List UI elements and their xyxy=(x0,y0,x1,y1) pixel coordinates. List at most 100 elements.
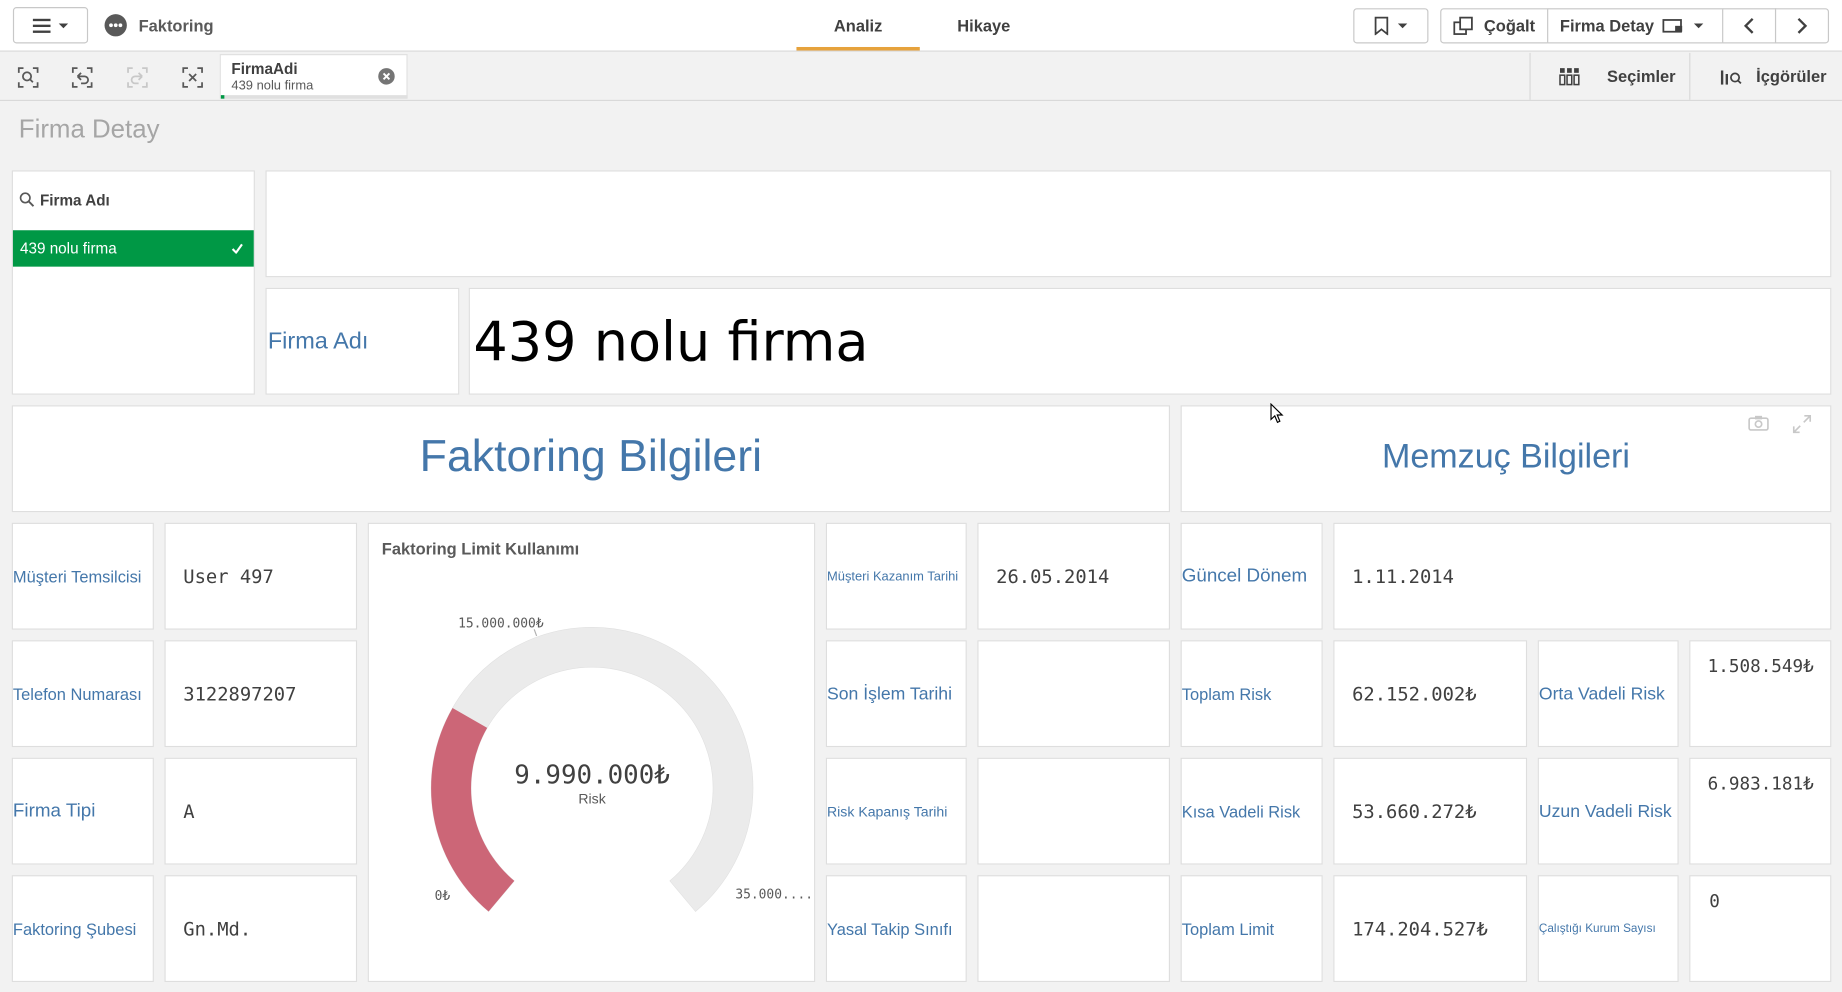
previous-sheet-button[interactable] xyxy=(1722,8,1777,44)
search-selection-icon xyxy=(17,67,39,88)
firma-listbox[interactable]: Firma Adı 439 nolu firma xyxy=(11,170,255,395)
bookmark-button[interactable] xyxy=(1353,8,1429,44)
memzuc-section-title: Memzuç Bilgileri xyxy=(1381,438,1630,476)
divider xyxy=(1529,52,1531,100)
field-value-card xyxy=(977,757,1171,865)
gauge-card: Faktoring Limit Kullanımı 15.000.000₺ 0₺… xyxy=(367,522,816,983)
memzuc-value: 1.508.549₺ xyxy=(1707,655,1814,677)
duplicate-button[interactable]: Çoğalt xyxy=(1440,8,1549,44)
next-sheet-button[interactable] xyxy=(1774,8,1830,44)
gauge-value: 9.990.000₺ xyxy=(514,761,670,791)
gauge-min-label: 0₺ xyxy=(435,889,451,904)
memzuc-label: Orta Vadeli Risk xyxy=(1538,683,1665,704)
tab-analiz[interactable]: Analiz xyxy=(796,16,919,35)
firma-value-card: 439 nolu firma xyxy=(468,287,1832,395)
field-value-card: Gn.Md. xyxy=(164,875,358,983)
insights-button[interactable]: İçgörüler xyxy=(1709,53,1842,100)
field-value: A xyxy=(183,799,195,823)
field-label: Faktoring Şubesi xyxy=(12,919,137,938)
guncel-value-card: 1.11.2014 xyxy=(1333,522,1832,630)
memzuc-label-card: Kısa Vadeli Risk xyxy=(1180,757,1323,865)
field-value-card: User 497 xyxy=(164,522,358,630)
field-value-card: 3122897207 xyxy=(164,640,358,748)
insights-icon xyxy=(1720,70,1742,85)
field-label: Son İşlem Tarihi xyxy=(826,683,953,704)
step-forward-button[interactable] xyxy=(121,62,154,93)
memzuc-value-card: 1.508.549₺ xyxy=(1689,640,1832,748)
field-label-card: Risk Kapanış Tarihi xyxy=(825,757,967,865)
chevron-left-icon xyxy=(1743,17,1754,34)
memzuc-value-card: 6.983.181₺ xyxy=(1689,757,1832,865)
empty-panel xyxy=(265,170,1832,278)
duplicate-icon xyxy=(1453,16,1474,35)
selection-chip[interactable]: FirmaAdi 439 nolu firma xyxy=(219,54,408,99)
memzuc-value: 0 xyxy=(1709,890,1720,912)
selection-bar: FirmaAdi 439 nolu firma Seçimler İçgörül… xyxy=(0,52,1842,102)
expand-icon[interactable] xyxy=(1791,413,1812,434)
field-value: 26.05.2014 xyxy=(996,565,1110,588)
field-label-card: Telefon Numarası xyxy=(11,640,154,748)
selection-value: 439 nolu firma xyxy=(231,78,314,93)
guncel-label-card: Güncel Dönem xyxy=(1180,522,1323,630)
tab-hikaye[interactable]: Hikaye xyxy=(922,16,1045,35)
memzuc-value-card: 53.660.272₺ xyxy=(1333,757,1528,865)
chevron-right-icon xyxy=(1797,17,1808,34)
camera-icon[interactable] xyxy=(1748,415,1769,431)
field-value-card: A xyxy=(164,757,358,865)
insights-label: İçgörüler xyxy=(1756,66,1827,86)
faktoring-section-title: Faktoring Bilgileri xyxy=(419,432,763,482)
field-value: 3122897207 xyxy=(183,682,297,705)
selections-button[interactable]: Seçimler xyxy=(1548,53,1689,100)
field-label-card: Faktoring Şubesi xyxy=(11,875,154,983)
selections-label: Seçimler xyxy=(1606,66,1676,86)
field-label: Telefon Numarası xyxy=(12,684,142,704)
faktoring-section-header: Faktoring Bilgileri xyxy=(11,405,1171,513)
memzuc-label: Toplam Risk xyxy=(1181,684,1272,704)
menu-icon xyxy=(32,18,69,33)
step-back-button[interactable] xyxy=(66,62,99,93)
memzuc-value: 53.660.272₺ xyxy=(1352,799,1477,823)
memzuc-value-card: 0 xyxy=(1689,875,1832,983)
field-label-card: Firma Tipi xyxy=(11,757,154,865)
global-menu-button[interactable] xyxy=(12,7,89,44)
field-label: Yasal Takip Sınıfı xyxy=(826,919,953,938)
clear-selection-chip-button[interactable] xyxy=(378,68,395,85)
field-value-card: 26.05.2014 xyxy=(977,522,1171,630)
gauge-mark-label: 15.000.000₺ xyxy=(458,616,544,631)
app-title[interactable]: Faktoring xyxy=(139,16,214,35)
duplicate-label: Çoğalt xyxy=(1483,16,1536,36)
firma-label-card: Firma Adı xyxy=(265,287,460,395)
list-item-selected[interactable]: 439 nolu firma xyxy=(12,230,254,267)
checkmark-icon xyxy=(231,243,243,254)
memzuc-label: Kısa Vadeli Risk xyxy=(1181,801,1301,821)
field-label: Firma Tipi xyxy=(12,800,96,821)
field-label: Risk Kapanış Tarihi xyxy=(826,802,948,820)
undo-selection-icon xyxy=(71,67,93,88)
field-label: Müşteri Kazanım Tarihi xyxy=(826,569,959,584)
memzuc-value-card: 62.152.002₺ xyxy=(1333,640,1528,748)
listbox-title: Firma Adı xyxy=(39,191,110,210)
memzuc-value-card: 174.204.527₺ xyxy=(1333,875,1528,983)
firma-label: Firma Adı xyxy=(267,327,369,354)
memzuc-label: Toplam Limit xyxy=(1181,919,1275,938)
bookmark-icon xyxy=(1374,16,1408,36)
sheet-icon xyxy=(1662,19,1704,33)
sheet-selector[interactable]: Firma Detay xyxy=(1547,8,1724,44)
search-icon[interactable] xyxy=(19,191,35,207)
active-tab-indicator xyxy=(796,46,920,51)
sheet-title: Firma Detay xyxy=(18,113,160,144)
clear-selection-icon xyxy=(182,67,203,88)
mouse-cursor-icon xyxy=(1270,402,1284,424)
gauge-chart: 15.000.000₺ 0₺ 35.000.... 9.990.000₺ Ris… xyxy=(430,616,813,912)
gauge-max-label: 35.000.... xyxy=(735,888,813,903)
clear-all-selections-button[interactable] xyxy=(176,62,209,93)
memzuc-label-card: Çalıştığı Kurum Sayısı xyxy=(1537,875,1679,983)
field-label-card: Müşteri Kazanım Tarihi xyxy=(825,522,967,630)
memzuc-label: Çalıştığı Kurum Sayısı xyxy=(1538,922,1656,936)
field-label-card: Yasal Takip Sınıfı xyxy=(825,875,967,983)
field-value: Gn.Md. xyxy=(183,917,252,940)
close-icon xyxy=(382,72,391,80)
memzuc-label-card: Toplam Risk xyxy=(1180,640,1323,748)
smart-search-button[interactable] xyxy=(12,62,45,93)
memzuc-value: 62.152.002₺ xyxy=(1352,682,1477,705)
